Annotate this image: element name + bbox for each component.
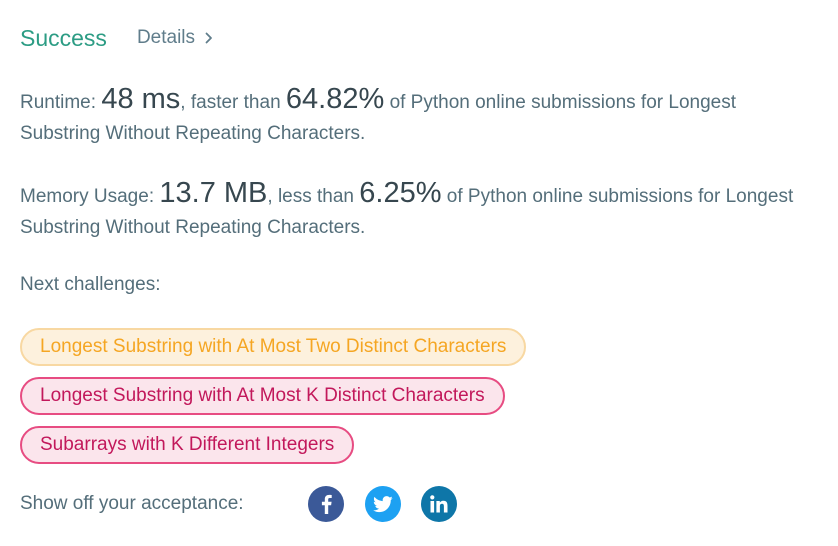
memory-stat: Memory Usage: 13.7 MB, less than 6.25% o… xyxy=(20,178,820,243)
challenge-link-k-different-integers[interactable]: Subarrays with K Different Integers xyxy=(20,426,355,464)
twitter-icon xyxy=(373,495,393,512)
next-challenges-label: Next challenges: xyxy=(20,274,161,295)
memory-label: Memory Usage: xyxy=(20,186,155,207)
memory-value: 13.7 MB xyxy=(159,177,268,209)
memory-comparison: , less than xyxy=(267,186,354,207)
details-label: Details xyxy=(136,27,196,48)
challenge-link-k-distinct[interactable]: Longest Substring with At Most K Distinc… xyxy=(20,377,505,415)
runtime-value: 48 ms xyxy=(101,83,181,115)
runtime-percentile: 64.82% xyxy=(285,83,385,115)
facebook-share-button[interactable] xyxy=(308,486,344,522)
runtime-label: Runtime: xyxy=(20,92,97,113)
challenge-link-two-distinct[interactable]: Longest Substring with At Most Two Disti… xyxy=(20,328,527,366)
twitter-share-button[interactable] xyxy=(365,486,401,522)
facebook-icon xyxy=(321,494,332,514)
runtime-stat: Runtime: 48 ms, faster than 64.82% of Py… xyxy=(20,84,820,149)
details-link[interactable]: Details xyxy=(137,27,213,49)
share-row: Show off your acceptance: xyxy=(20,485,244,523)
share-label: Show off your acceptance: xyxy=(20,493,244,514)
linkedin-share-button[interactable] xyxy=(421,486,457,522)
result-header: Success Details xyxy=(20,20,213,56)
memory-percentile: 6.25% xyxy=(359,177,442,209)
chevron-right-icon xyxy=(205,32,212,44)
runtime-comparison: , faster than xyxy=(180,92,281,113)
linkedin-icon xyxy=(430,495,448,513)
status-label: Success xyxy=(20,24,107,51)
